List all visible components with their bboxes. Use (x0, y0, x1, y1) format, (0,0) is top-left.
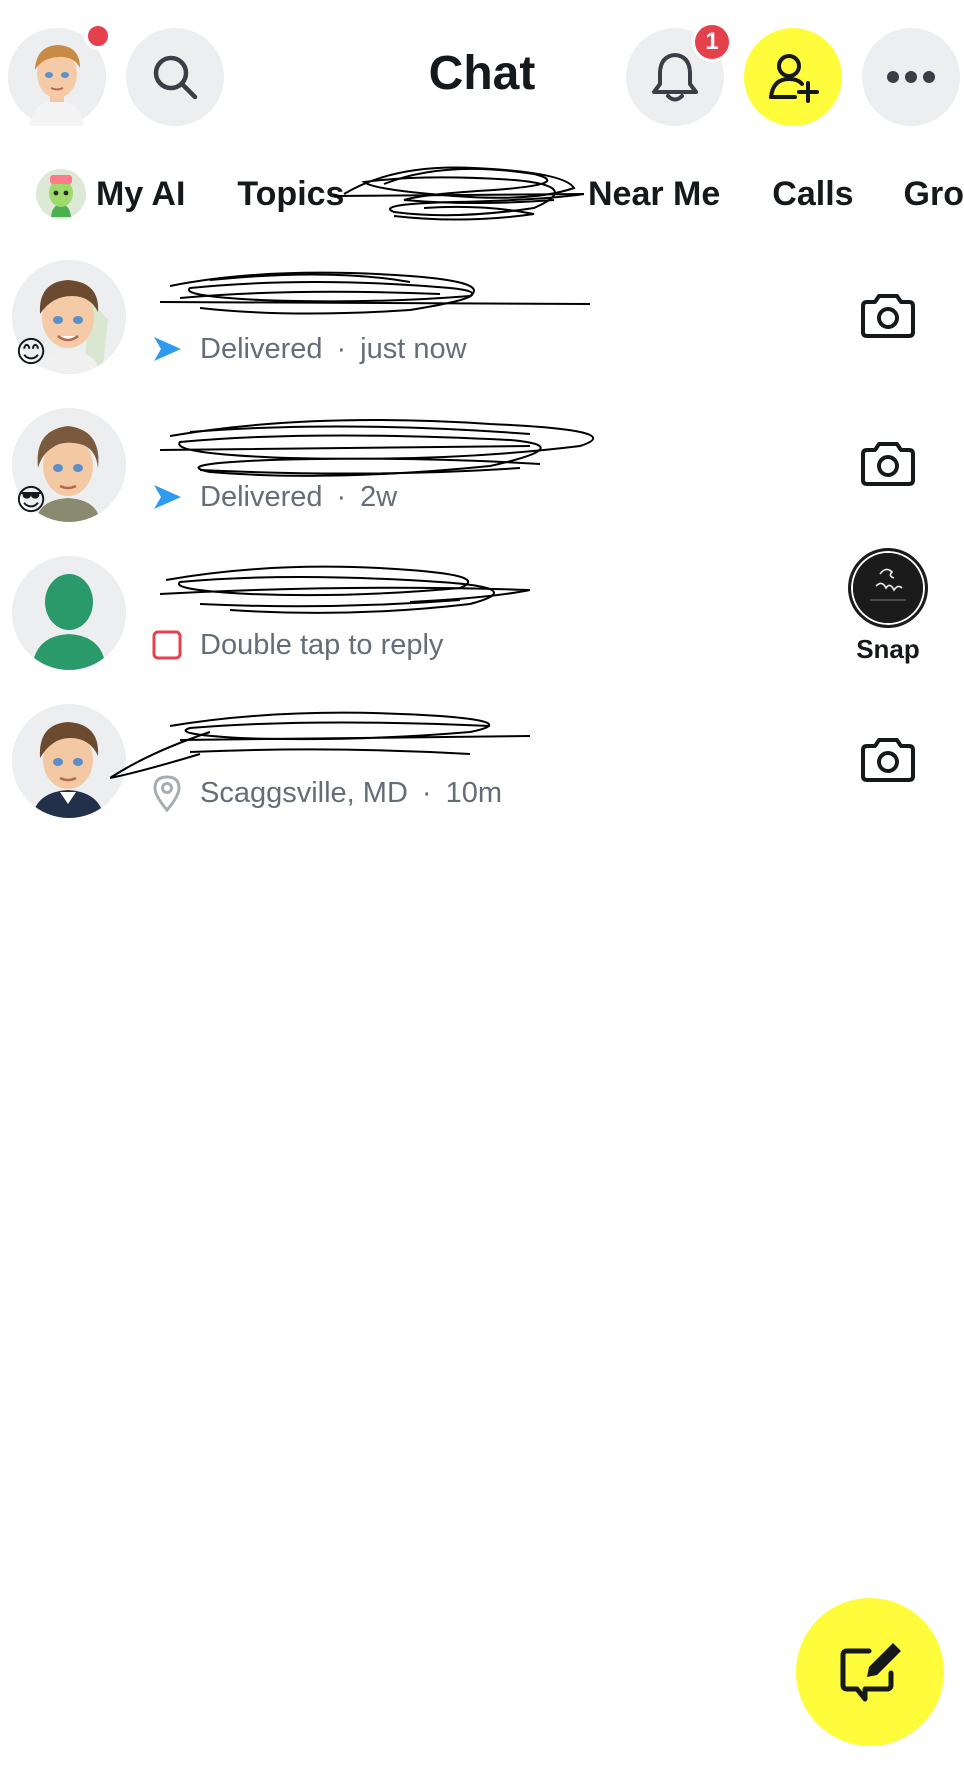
chat-row[interactable]: 😎 Delivered · 2w (0, 400, 964, 548)
status-time: 10m (445, 776, 502, 809)
status-text: Scaggsville, MD (200, 776, 408, 809)
more-icon (887, 71, 935, 83)
tab-label: Calls (772, 174, 854, 213)
friend-avatar (12, 704, 126, 818)
chat-status: Double tap to reply (150, 628, 443, 662)
camera-icon (861, 294, 915, 338)
my-ai-avatar (36, 169, 86, 219)
unopened-chat-icon (150, 628, 184, 662)
friend-name-redacted (150, 271, 590, 320)
profile-avatar-button[interactable] (8, 22, 112, 126)
friend-name-redacted (150, 565, 580, 616)
status-time: 2w (360, 480, 398, 513)
page-title: Chat (428, 47, 536, 100)
tab-topics[interactable]: Topics (237, 158, 344, 230)
status-time: just now (360, 332, 467, 365)
sent-arrow-icon (150, 480, 184, 514)
snap-preview[interactable]: Snap (836, 548, 940, 665)
chat-status: Delivered · just now (150, 332, 467, 366)
friend-emoji: 😊 (15, 336, 47, 369)
sent-arrow-icon (150, 332, 184, 366)
camera-icon (861, 442, 915, 486)
redaction-scribble (159, 271, 590, 315)
add-friend-button[interactable] (744, 28, 842, 126)
chat-status: Delivered · 2w (150, 480, 397, 514)
new-chat-icon (840, 1643, 901, 1702)
tab-label: My AI (96, 174, 186, 213)
friend-avatar-default (12, 556, 126, 670)
friend-name-redacted (150, 419, 594, 477)
more-options-button[interactable] (862, 28, 960, 126)
reply-camera-button[interactable] (838, 276, 938, 356)
tab-near-me[interactable]: Near Me (588, 158, 720, 230)
tab-groups[interactable]: Gro (904, 158, 964, 230)
reply-camera-button[interactable] (838, 424, 938, 504)
bell-icon (652, 53, 698, 102)
tab-label: Near Me (588, 174, 721, 213)
location-pin-icon (150, 775, 184, 812)
separator-dot: · (421, 776, 432, 809)
tab-calls[interactable]: Calls (772, 158, 853, 230)
search-button[interactable] (126, 28, 224, 126)
status-text: Delivered (200, 332, 323, 365)
tab-my-ai[interactable]: My AI (36, 158, 185, 230)
reply-camera-button[interactable] (838, 720, 938, 800)
snap-label: Snap (856, 634, 920, 664)
separator-dot: · (336, 480, 347, 513)
add-friend-icon (769, 54, 819, 103)
friend-name-redacted (110, 711, 580, 779)
status-text: Delivered (200, 480, 323, 513)
notification-count-badge: 1 (692, 22, 732, 62)
status-text: Double tap to reply (200, 628, 444, 661)
chat-status: Scaggsville, MD · 10m (150, 775, 502, 812)
top-bar: Chat 1 (0, 0, 964, 140)
new-chat-button[interactable] (796, 1598, 944, 1746)
notifications-button[interactable]: 1 (626, 22, 732, 126)
friend-emoji: 😎 (15, 484, 47, 517)
camera-icon (861, 738, 915, 782)
snap-thumbnail (848, 548, 928, 628)
separator-dot: · (336, 332, 347, 365)
chat-row[interactable]: Double tap to reply Snap (0, 548, 964, 696)
chat-row[interactable]: 😊 Delivered · just now (0, 252, 964, 400)
tab-label: Topics (237, 174, 345, 213)
chat-row[interactable]: Scaggsville, MD · 10m (0, 696, 964, 844)
redaction-scribble (159, 565, 531, 614)
profile-notification-dot (84, 22, 112, 50)
search-icon (153, 55, 198, 100)
chat-list: 😊 Delivered · just now 😎 Delivered · 2w … (0, 252, 964, 844)
redaction-scribble (334, 166, 585, 221)
tab-redacted[interactable] (334, 164, 588, 224)
filter-tabs: My AI Topics Near Me Calls Gro (0, 158, 964, 230)
tab-label: Gro (903, 174, 964, 213)
